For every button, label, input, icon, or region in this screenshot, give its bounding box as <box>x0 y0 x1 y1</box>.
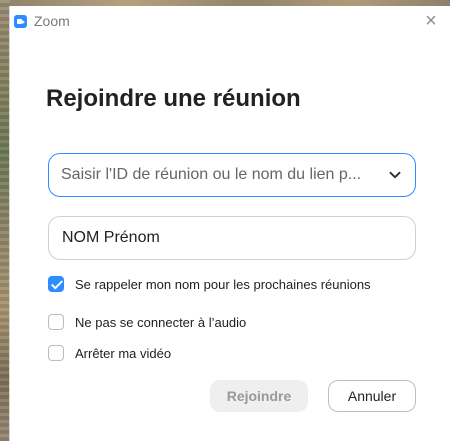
remember-name-label: Se rappeler mon nom pour les prochaines … <box>75 276 371 292</box>
no-audio-label: Ne pas se connecter à l’audio <box>75 314 247 330</box>
close-icon[interactable]: × <box>422 11 440 31</box>
no-audio-checkbox[interactable] <box>48 314 64 330</box>
zoom-camera-icon <box>14 15 27 28</box>
page-title: Rejoindre une réunion <box>46 85 301 112</box>
remember-name-option[interactable]: Se rappeler mon nom pour les prochaines … <box>48 274 371 294</box>
zoom-join-window: Zoom × Rejoindre une réunion Se rappeler… <box>9 6 450 441</box>
cancel-button[interactable]: Annuler <box>328 380 416 412</box>
remember-name-checkbox[interactable] <box>48 276 64 292</box>
name-field[interactable] <box>48 216 416 260</box>
app-title: Zoom <box>34 13 70 29</box>
screen: Zoom × Rejoindre une réunion Se rappeler… <box>0 0 450 441</box>
stop-video-option[interactable]: Arrêter ma vidéo <box>48 343 171 363</box>
name-input[interactable] <box>62 217 402 259</box>
stop-video-checkbox[interactable] <box>48 345 64 361</box>
meeting-id-input[interactable] <box>61 154 373 196</box>
stop-video-label: Arrêter ma vidéo <box>75 345 172 361</box>
titlebar: Zoom × <box>10 6 450 38</box>
join-button[interactable]: Rejoindre <box>210 380 308 412</box>
chevron-down-icon[interactable] <box>387 167 403 183</box>
meeting-id-field[interactable] <box>48 153 416 197</box>
no-audio-option[interactable]: Ne pas se connecter à l’audio <box>48 312 246 332</box>
